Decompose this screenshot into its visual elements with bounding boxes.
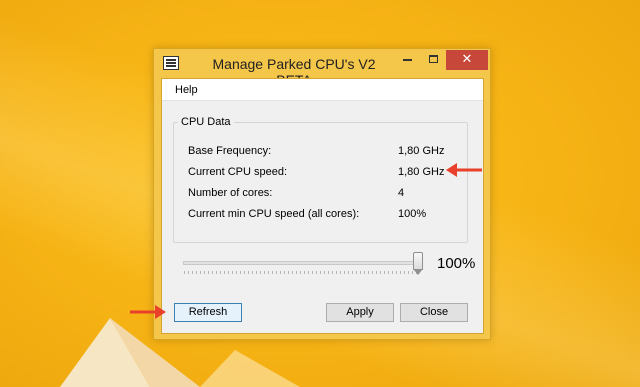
cpu-data-group	[173, 122, 468, 243]
menu-item-help[interactable]: Help	[175, 84, 198, 96]
minimize-button[interactable]	[394, 50, 420, 70]
menu-bar: Help	[162, 79, 483, 101]
title-bar[interactable]: Manage Parked CPU's V2 BETA ✕	[154, 49, 490, 88]
maximize-button[interactable]	[420, 50, 446, 70]
maximize-icon	[428, 55, 438, 63]
number-of-cores-label: Number of cores:	[188, 187, 273, 199]
min-cpu-slider-thumb[interactable]	[413, 252, 423, 275]
close-button[interactable]: Close	[400, 303, 468, 322]
close-icon: ✕	[461, 51, 473, 66]
base-frequency-label: Base Frequency:	[188, 145, 272, 157]
app-icon[interactable]	[163, 56, 179, 70]
min-cpu-slider-track[interactable]	[183, 261, 421, 265]
min-cpu-speed-label: Current min CPU speed (all cores):	[188, 208, 360, 220]
slider-percent-label: 100%	[437, 255, 476, 272]
current-cpu-speed-label: Current CPU speed:	[188, 166, 288, 178]
min-cpu-speed-value: 100%	[398, 208, 427, 220]
refresh-button[interactable]: Refresh	[174, 303, 242, 322]
app-window: Manage Parked CPU's V2 BETA ✕ Help CPU D…	[153, 48, 491, 340]
cpu-data-legend: CPU Data	[178, 116, 234, 128]
window-client-area: Help CPU Data Base Frequency: 1,80 GHz C…	[161, 78, 484, 334]
min-cpu-slider-ticks	[184, 271, 420, 274]
apply-button[interactable]: Apply	[326, 303, 394, 322]
number-of-cores-value: 4	[398, 187, 405, 199]
minimize-icon	[402, 59, 412, 61]
current-cpu-speed-value: 1,80 GHz	[398, 166, 445, 178]
base-frequency-value: 1,80 GHz	[398, 145, 445, 157]
close-window-button[interactable]: ✕	[446, 50, 488, 70]
